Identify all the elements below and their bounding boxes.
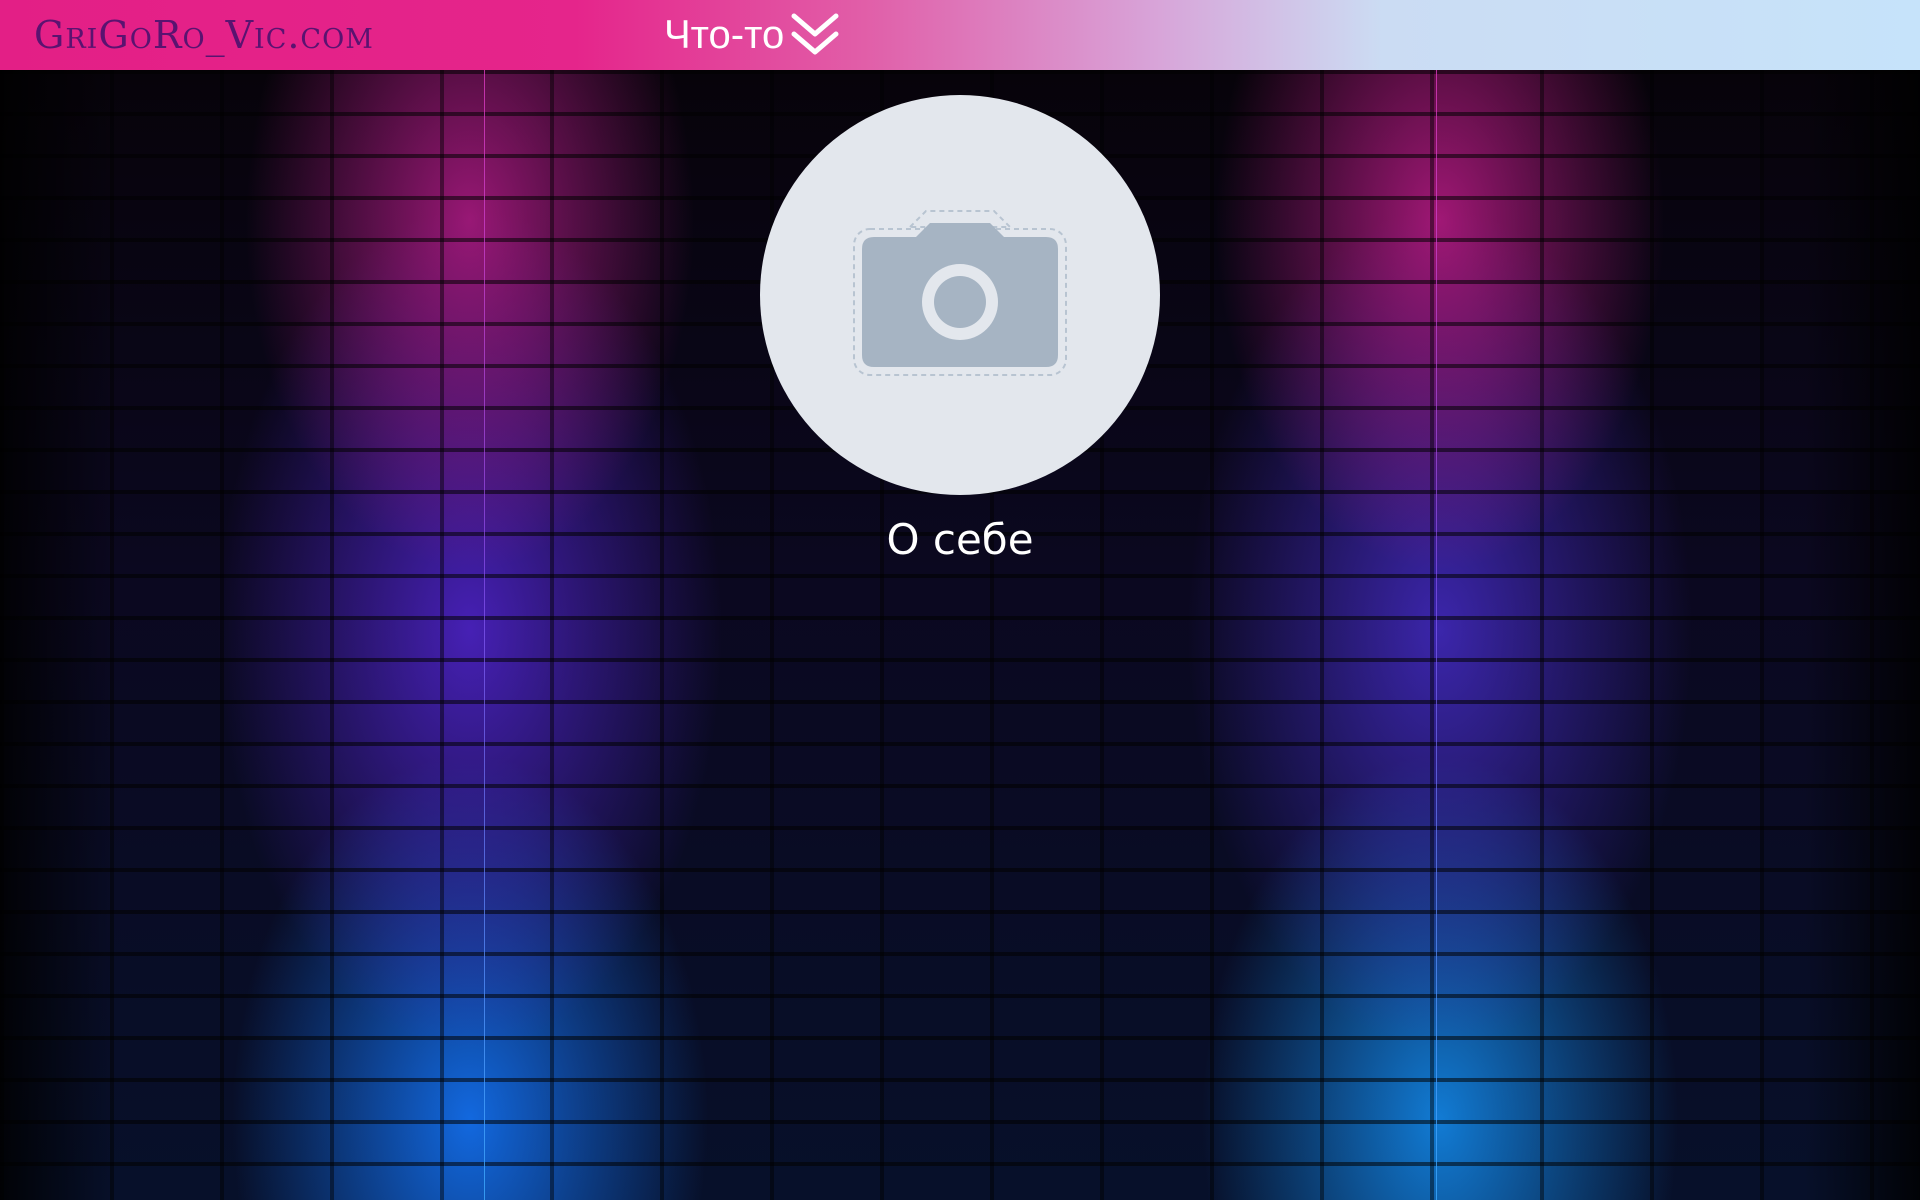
dropdown-menu-toggle[interactable]: Что-то: [664, 8, 840, 62]
profile-avatar[interactable]: [760, 95, 1160, 495]
neon-guide-line-right: [1436, 70, 1437, 1200]
about-me-caption[interactable]: О себе: [760, 515, 1160, 564]
neon-guide-line-left: [484, 70, 485, 1200]
camera-icon: [853, 210, 1067, 376]
top-bar: GriGoRo_Vic.com Что-то: [0, 0, 1920, 70]
menu-label: Что-то: [664, 12, 785, 57]
site-logo[interactable]: GriGoRo_Vic.com: [34, 10, 374, 60]
double-chevron-down-icon: [791, 13, 839, 55]
